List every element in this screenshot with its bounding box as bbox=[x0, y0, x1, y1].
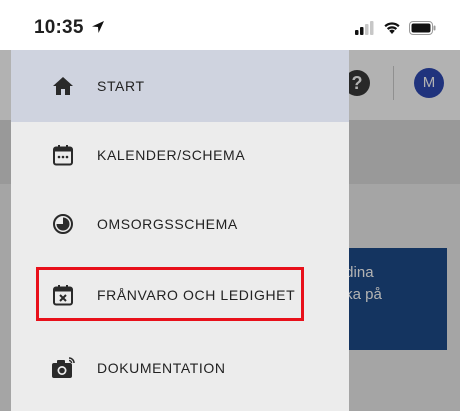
battery-icon bbox=[409, 20, 436, 35]
drawer-item-omsorgsschema[interactable]: OMSORGSSCHEMA bbox=[11, 188, 349, 260]
status-time: 10:35 bbox=[34, 17, 84, 38]
cellular-signal-icon bbox=[355, 20, 374, 35]
drawer-item-label: OMSORGSSCHEMA bbox=[97, 216, 238, 232]
drawer-item-label: DOKUMENTATION bbox=[97, 360, 226, 376]
home-icon bbox=[51, 74, 75, 98]
drawer-item-label: KALENDER/SCHEMA bbox=[97, 147, 246, 163]
drawer-item-start[interactable]: START bbox=[11, 50, 349, 122]
calendar-icon bbox=[51, 143, 75, 167]
drawer-item-kalender-schema[interactable]: KALENDER/SCHEMA bbox=[11, 119, 349, 191]
status-bar: 10:35 bbox=[0, 0, 460, 50]
navigation-drawer: START KALENDER/SCHEMA OMSORGSSCHEMA FRÅN… bbox=[11, 50, 349, 411]
highlight-box bbox=[36, 267, 304, 321]
drawer-item-dokumentation[interactable]: DOKUMENTATION bbox=[11, 332, 349, 404]
drawer-item-label: START bbox=[97, 78, 145, 94]
camera-icon bbox=[51, 356, 75, 380]
wifi-icon bbox=[384, 22, 400, 34]
care-schedule-icon bbox=[51, 212, 75, 236]
location-arrow-icon bbox=[92, 21, 104, 33]
status-icons bbox=[355, 20, 436, 35]
